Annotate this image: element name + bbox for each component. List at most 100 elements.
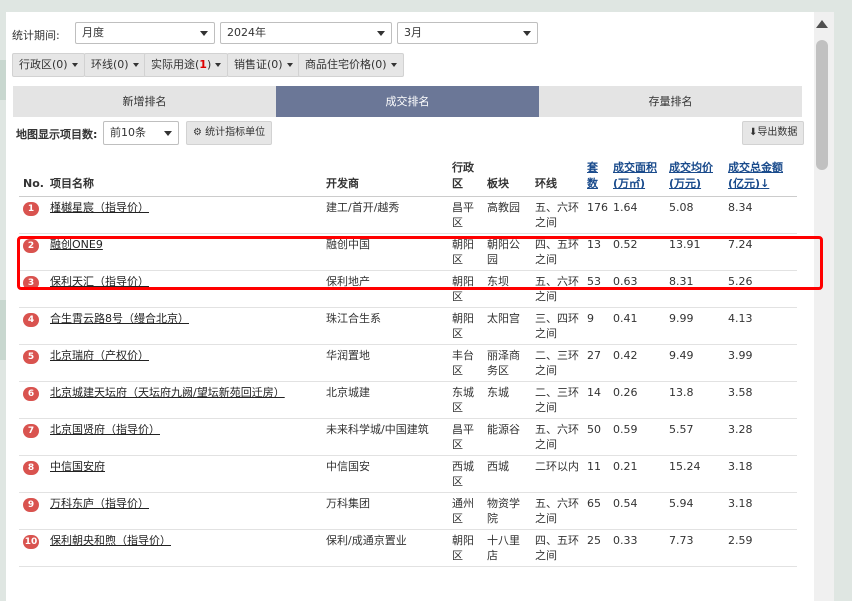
tab-deal-ranking[interactable]: 成交排名 <box>276 86 539 117</box>
cell-developer: 万科集团 <box>322 492 448 530</box>
units-value: 14 <box>587 386 601 399</box>
project-link[interactable]: 槿樾星宸（指导价） <box>50 201 149 214</box>
cell-ring: 五、六环之间 <box>531 418 583 456</box>
period-type-select[interactable]: 月度 <box>75 22 215 44</box>
price-value: 15.24 <box>669 460 701 473</box>
chip-suffix: ) <box>382 58 387 71</box>
rank-badge: 4 <box>23 313 39 327</box>
map-count-label: 地图显示项目数: <box>16 128 98 141</box>
units-value: 27 <box>587 349 601 362</box>
scroll-up-icon[interactable] <box>816 20 828 28</box>
tab-new-ranking[interactable]: 新增排名 <box>13 86 276 117</box>
export-button[interactable]: ⬇导出数据 <box>742 121 805 145</box>
cell-ring: 二、三环之间 <box>531 381 583 419</box>
cell-district: 朝阳区 <box>448 307 483 345</box>
map-count-select[interactable]: 前10条 <box>103 121 179 145</box>
cell-name[interactable]: 槿樾星宸（指导价） <box>46 196 322 234</box>
cell-total: 2.59 <box>724 529 797 567</box>
price-value: 9.99 <box>669 312 694 325</box>
export-button-label: 导出数据 <box>757 127 798 138</box>
cell-name[interactable]: 保利朝央和煦（指导价） <box>46 529 322 567</box>
header-ring: 环线 <box>531 158 583 197</box>
cell-name[interactable]: 北京瑞府（产权价） <box>46 344 322 382</box>
block-value: 能源谷 <box>487 423 520 436</box>
cell-name[interactable]: 北京城建天坛府（天坛府九阙/望坛新苑回迁房） <box>46 381 322 419</box>
cell-total: 8.34 <box>724 196 797 234</box>
cell-ring: 三、四环之间 <box>531 307 583 345</box>
cell-developer: 建工/首开/越秀 <box>322 196 448 234</box>
district-value: 通州区 <box>452 497 474 525</box>
area-value: 1.64 <box>613 201 638 214</box>
project-link[interactable]: 万科东庐（指导价） <box>50 497 149 510</box>
chip-ring[interactable]: 环线(0) <box>84 53 146 77</box>
table-row: 10 保利朝央和煦（指导价） 保利/成通京置业 朝阳区 十八里店 四、五环之间 25 0.33… <box>19 529 797 567</box>
chip-usage[interactable]: 实际用途(1) <box>144 53 229 77</box>
ring-value: 五、六环之间 <box>535 201 579 229</box>
area-value: 0.42 <box>613 349 638 362</box>
month-select[interactable]: 3月 <box>397 22 538 44</box>
highlight-box <box>17 236 823 290</box>
units-value: 176 <box>587 201 608 214</box>
chip-district[interactable]: 行政区(0) <box>12 53 85 77</box>
project-link[interactable]: 北京瑞府（产权价） <box>50 349 149 362</box>
cell-block: 丽泽商务区 <box>483 344 531 382</box>
ring-value: 二环以内 <box>535 460 579 473</box>
cell-name[interactable]: 合生霄云路8号（缦合北京） <box>46 307 322 345</box>
cell-ring: 二环以内 <box>531 455 583 493</box>
district-value: 昌平区 <box>452 201 474 229</box>
cell-developer: 保利/成通京置业 <box>322 529 448 567</box>
header-total[interactable]: 成交总金额(亿元)↓ <box>724 158 797 197</box>
chip-label: 实际用途( <box>151 58 200 71</box>
year-select[interactable]: 2024年 <box>220 22 392 44</box>
cell-price: 15.24 <box>665 455 724 493</box>
header-area[interactable]: 成交面积(万㎡) <box>609 158 665 197</box>
project-link[interactable]: 北京国贤府（指导价） <box>50 423 160 436</box>
project-link[interactable]: 北京城建天坛府（天坛府九阙/望坛新苑回迁房） <box>50 386 285 399</box>
header-units[interactable]: 套数 <box>583 158 609 197</box>
ring-value: 四、五环之间 <box>535 534 579 562</box>
cell-block: 西城 <box>483 455 531 493</box>
total-value: 3.18 <box>728 460 753 473</box>
developer-value: 珠江合生系 <box>326 312 381 325</box>
header-block: 板块 <box>483 158 531 197</box>
cell-units: 11 <box>583 455 609 493</box>
block-value: 物资学院 <box>487 497 520 525</box>
chip-price[interactable]: 商品住宅价格(0) <box>298 53 404 77</box>
header-price[interactable]: 成交均价(万元) <box>665 158 724 197</box>
total-value: 3.58 <box>728 386 753 399</box>
tab-stock-ranking[interactable]: 存量排名 <box>539 86 802 117</box>
total-value: 2.59 <box>728 534 753 547</box>
cell-name[interactable]: 北京国贤府（指导价） <box>46 418 322 456</box>
area-value: 0.41 <box>613 312 638 325</box>
cell-name[interactable]: 中信国安府 <box>46 455 322 493</box>
scrollbar-thumb[interactable] <box>816 40 828 170</box>
cell-units: 14 <box>583 381 609 419</box>
cell-units: 9 <box>583 307 609 345</box>
header-total-label: 成交总金额(亿元) <box>728 161 783 190</box>
rank-badge: 9 <box>23 498 39 512</box>
chevron-down-icon <box>377 31 385 36</box>
table-toolbar: 地图显示项目数: 前10条 ⚙ 统计指标单位 ⬇导出数据 <box>12 121 805 145</box>
table-row: 8 中信国安府 中信国安 西城区 西城 二环以内 11 0.21 15.24 3.18 <box>19 455 797 493</box>
chip-suffix: ) <box>63 58 68 71</box>
units-value: 25 <box>587 534 601 547</box>
district-value: 昌平区 <box>452 423 474 451</box>
project-link[interactable]: 合生霄云路8号（缦合北京） <box>50 312 189 325</box>
chip-sales-permit[interactable]: 销售证(0) <box>227 53 300 77</box>
rank-badge: 7 <box>23 424 39 438</box>
cell-name[interactable]: 万科东庐（指导价） <box>46 492 322 530</box>
unit-button-label: 统计指标单位 <box>205 127 266 138</box>
unit-settings-button[interactable]: ⚙ 统计指标单位 <box>186 121 273 145</box>
price-value: 5.08 <box>669 201 694 214</box>
project-link[interactable]: 保利朝央和煦（指导价） <box>50 534 171 547</box>
block-value: 高教园 <box>487 201 520 214</box>
cell-district: 西城区 <box>448 455 483 493</box>
rank-badge: 8 <box>23 461 39 475</box>
cell-developer: 未来科学城/中国建筑 <box>322 418 448 456</box>
rank-badge: 1 <box>23 202 39 216</box>
ring-value: 五、六环之间 <box>535 423 579 451</box>
project-link[interactable]: 中信国安府 <box>50 460 105 473</box>
cell-no: 8 <box>19 455 46 493</box>
cell-total: 3.28 <box>724 418 797 456</box>
table-row: 5 北京瑞府（产权价） 华润置地 丰台区 丽泽商务区 二、三环之间 27 0.42 9.49 3.… <box>19 344 797 382</box>
